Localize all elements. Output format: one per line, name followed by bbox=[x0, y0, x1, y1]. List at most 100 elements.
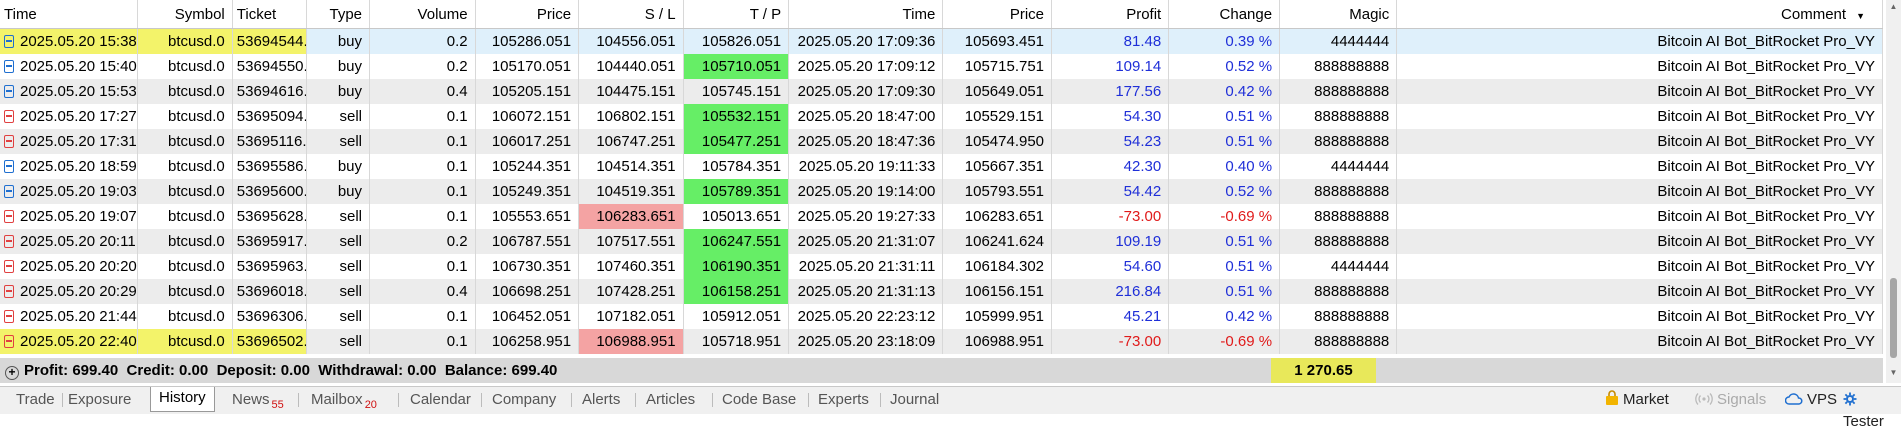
cell-type: sell bbox=[306, 279, 371, 304]
table-row[interactable]: 2025.05.20 19:03:...btcusd.053695600...b… bbox=[0, 179, 1883, 204]
tab-code-base[interactable]: Code Base bbox=[722, 389, 796, 411]
vertical-scrollbar[interactable]: ▲ ▼ bbox=[1886, 0, 1901, 383]
cell-close-price: 105715.751 bbox=[942, 54, 1053, 79]
tab-mailbox-label: Mailbox bbox=[311, 391, 363, 408]
cell-profit: -73.00 bbox=[1051, 204, 1170, 229]
cell-symbol: btcusd.0 bbox=[137, 79, 233, 104]
cell-time-text: 2025.05.20 20:20:... bbox=[20, 258, 137, 275]
cell-time-text: 2025.05.20 17:31:... bbox=[20, 133, 137, 150]
table-row[interactable]: 2025.05.20 21:44:...btcusd.053696306...s… bbox=[0, 304, 1883, 329]
vps-button[interactable]: VPS bbox=[1785, 389, 1837, 411]
col-header-price[interactable]: Price bbox=[475, 0, 580, 29]
tab-calendar[interactable]: Calendar bbox=[410, 389, 471, 411]
cell-time-text: 2025.05.20 19:07:... bbox=[20, 208, 137, 225]
sell-deal-icon bbox=[4, 260, 14, 273]
col-header-volume[interactable]: Volume bbox=[369, 0, 476, 29]
cell-profit: 45.21 bbox=[1051, 304, 1170, 329]
scroll-down-icon[interactable]: ▼ bbox=[1886, 368, 1901, 377]
cell-sl: 106988.951 bbox=[578, 329, 684, 354]
table-row[interactable]: 2025.05.20 15:40:...btcusd.053694550...b… bbox=[0, 54, 1883, 79]
tab-trade[interactable]: Trade bbox=[16, 389, 55, 411]
tab-company[interactable]: Company bbox=[492, 389, 556, 411]
cell-volume: 0.4 bbox=[369, 79, 476, 104]
cell-ticket: 53695586... bbox=[232, 154, 307, 179]
table-row[interactable]: 2025.05.20 17:31:...btcusd.053695116...s… bbox=[0, 129, 1883, 154]
col-header-close-price[interactable]: Price bbox=[942, 0, 1053, 29]
tab-experts[interactable]: Experts bbox=[818, 389, 869, 411]
table-row[interactable]: 2025.05.20 18:59:...btcusd.053695586...b… bbox=[0, 154, 1883, 179]
buy-deal-icon bbox=[4, 60, 14, 73]
cell-type: sell bbox=[306, 254, 371, 279]
cell-ticket: 53695600... bbox=[232, 179, 307, 204]
tester-button[interactable]: Tester bbox=[1843, 389, 1901, 430]
col-header-profit[interactable]: Profit bbox=[1051, 0, 1170, 29]
cell-time-text: 2025.05.20 22:40:... bbox=[20, 333, 137, 350]
cell-type: sell bbox=[306, 229, 371, 254]
cell-change: 0.52 % bbox=[1168, 54, 1281, 79]
cell-symbol: btcusd.0 bbox=[137, 229, 233, 254]
cell-time-text: 2025.05.20 19:03:... bbox=[20, 183, 137, 200]
cell-tp: 105784.351 bbox=[683, 154, 790, 179]
tab-news[interactable]: News 55 bbox=[232, 389, 284, 411]
market-button[interactable]: Market bbox=[1605, 389, 1669, 411]
table-row[interactable]: 2025.05.20 20:29:...btcusd.053696018...s… bbox=[0, 279, 1883, 304]
cell-time-text: 2025.05.20 20:11:... bbox=[20, 233, 136, 250]
table-row[interactable]: 2025.05.20 22:40:...btcusd.053696502...s… bbox=[0, 329, 1883, 354]
cell-ticket: 53696018... bbox=[232, 279, 307, 304]
cell-symbol: btcusd.0 bbox=[137, 279, 233, 304]
cell-price: 106452.051 bbox=[475, 304, 580, 329]
col-header-sl[interactable]: S / L bbox=[578, 0, 684, 29]
tab-alerts[interactable]: Alerts bbox=[582, 389, 620, 411]
cell-tp: 105477.251 bbox=[683, 129, 790, 154]
table-row[interactable]: 2025.05.20 20:11:...btcusd.053695917...s… bbox=[0, 229, 1883, 254]
table-row[interactable]: 2025.05.20 15:53:...btcusd.053694616...b… bbox=[0, 79, 1883, 104]
vps-label: VPS bbox=[1807, 391, 1838, 408]
col-header-close-time[interactable]: Time bbox=[788, 0, 944, 29]
cell-magic: 888888888 bbox=[1279, 79, 1398, 104]
cell-ticket: 53694544... bbox=[232, 28, 307, 54]
cell-comment: Bitcoin AI Bot_BitRocket Pro_VY bbox=[1396, 229, 1883, 254]
col-header-change[interactable]: Change bbox=[1168, 0, 1281, 29]
signals-button[interactable]: Signals bbox=[1695, 389, 1766, 411]
plus-circle-icon[interactable]: + bbox=[5, 366, 19, 380]
col-header-time[interactable]: Time bbox=[0, 0, 138, 29]
table-row[interactable]: 2025.05.20 17:27:...btcusd.053695094...s… bbox=[0, 104, 1883, 129]
table-row[interactable]: 2025.05.20 20:20:...btcusd.053695963...s… bbox=[0, 254, 1883, 279]
table-row[interactable]: 2025.05.20 19:07:...btcusd.053695628...s… bbox=[0, 204, 1883, 229]
cell-comment: Bitcoin AI Bot_BitRocket Pro_VY bbox=[1396, 54, 1883, 79]
cell-change: 0.42 % bbox=[1168, 79, 1281, 104]
table-header: Time Symbol Ticket Type Volume Price S /… bbox=[0, 0, 1883, 29]
lock-bag-icon bbox=[1606, 390, 1618, 405]
col-header-comment[interactable]: Comment ▼ bbox=[1396, 0, 1883, 29]
col-header-symbol[interactable]: Symbol bbox=[137, 0, 233, 29]
tab-mailbox[interactable]: Mailbox 20 bbox=[311, 389, 377, 411]
cell-price: 106072.151 bbox=[475, 104, 580, 129]
scroll-up-icon[interactable]: ▲ bbox=[1886, 2, 1901, 11]
cell-time: 2025.05.20 15:38:... bbox=[0, 28, 138, 54]
tab-journal[interactable]: Journal bbox=[890, 389, 939, 411]
cell-time: 2025.05.20 15:53:... bbox=[0, 79, 138, 104]
history-grid[interactable]: Time Symbol Ticket Type Volume Price S /… bbox=[0, 0, 1883, 354]
tab-articles[interactable]: Articles bbox=[646, 389, 695, 411]
col-header-type[interactable]: Type bbox=[306, 0, 371, 29]
cell-comment: Bitcoin AI Bot_BitRocket Pro_VY bbox=[1396, 254, 1883, 279]
cell-time-text: 2025.05.20 21:44:... bbox=[20, 308, 137, 325]
buy-deal-icon bbox=[4, 35, 14, 48]
scrollbar-thumb[interactable] bbox=[1890, 278, 1897, 358]
cell-change: 0.51 % bbox=[1168, 279, 1281, 304]
table-row[interactable]: 2025.05.20 15:38:...btcusd.053694544...b… bbox=[0, 28, 1883, 54]
tab-exposure[interactable]: Exposure bbox=[68, 389, 131, 411]
cell-comment: Bitcoin AI Bot_BitRocket Pro_VY bbox=[1396, 279, 1883, 304]
tab-history[interactable]: History bbox=[150, 387, 215, 412]
cell-profit: 177.56 bbox=[1051, 79, 1170, 104]
cell-time: 2025.05.20 22:40:... bbox=[0, 329, 138, 354]
cell-sl: 104475.151 bbox=[578, 79, 684, 104]
cell-symbol: btcusd.0 bbox=[137, 329, 233, 354]
col-header-tp[interactable]: T / P bbox=[683, 0, 790, 29]
cell-magic: 888888888 bbox=[1279, 54, 1398, 79]
tab-separator bbox=[571, 393, 572, 407]
tab-separator bbox=[712, 393, 713, 407]
col-header-ticket[interactable]: Ticket bbox=[232, 0, 307, 29]
col-header-magic[interactable]: Magic bbox=[1279, 0, 1398, 29]
cell-tp: 106247.551 bbox=[683, 229, 790, 254]
